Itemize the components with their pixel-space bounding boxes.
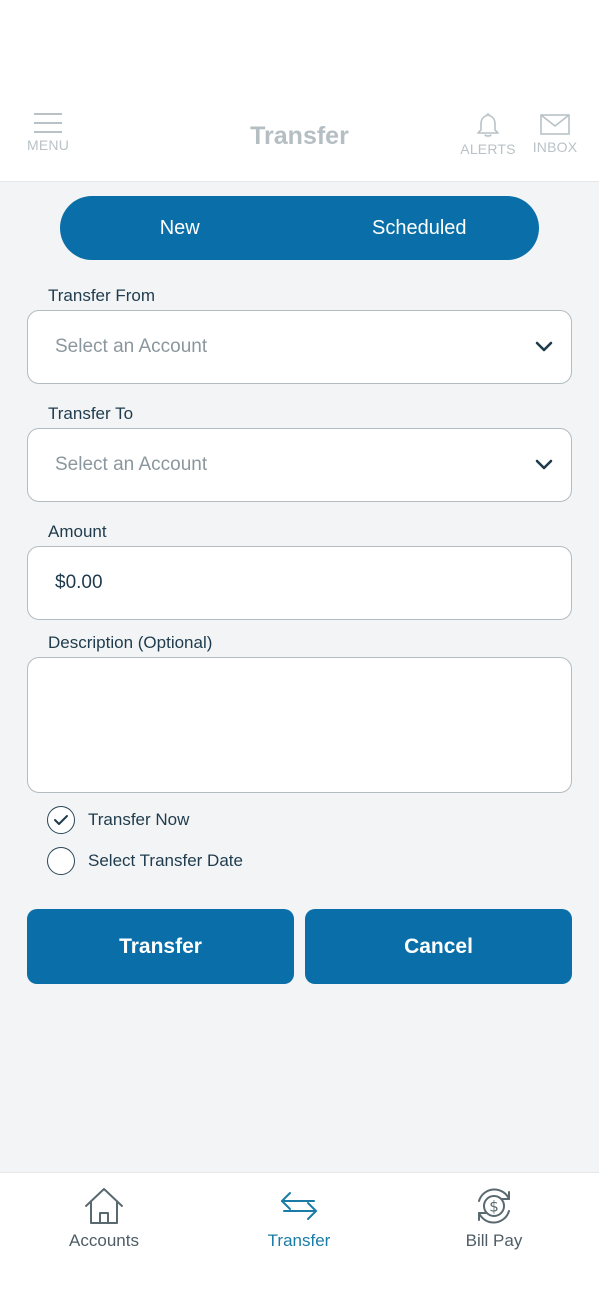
house-icon <box>85 1188 123 1224</box>
cancel-button[interactable]: Cancel <box>305 909 572 984</box>
transfer-arrows-icon <box>281 1192 317 1220</box>
bell-icon <box>477 113 499 137</box>
transfer-now-radio[interactable] <box>47 806 75 834</box>
transfer-now-label: Transfer Now <box>88 810 190 829</box>
nav-transfer-label: Transfer <box>267 1231 331 1250</box>
transfer-to-select[interactable]: Select an Account <box>27 428 572 502</box>
transfer-from-label: Transfer From <box>48 286 156 305</box>
transfer-button[interactable]: Transfer <box>27 909 294 984</box>
alerts-label: ALERTS <box>460 141 516 157</box>
inbox-button[interactable]: INBOX <box>532 112 578 155</box>
amount-input[interactable]: $0.00 <box>27 546 572 620</box>
amount-label: Amount <box>48 522 107 541</box>
tab-new[interactable]: New <box>60 196 300 260</box>
select-transfer-date-option[interactable]: Select Transfer Date <box>47 847 243 875</box>
transfer-to-placeholder: Select an Account <box>55 454 208 475</box>
chevron-down-icon <box>535 459 553 470</box>
description-label: Description (Optional) <box>48 633 213 652</box>
tab-scheduled[interactable]: Scheduled <box>300 196 540 260</box>
checkmark-icon <box>54 815 68 825</box>
svg-text:$: $ <box>489 1198 499 1216</box>
alerts-button[interactable]: ALERTS <box>460 112 516 157</box>
chevron-down-icon <box>535 341 553 352</box>
transfer-now-option[interactable]: Transfer Now <box>47 806 189 834</box>
envelope-icon <box>540 114 570 135</box>
nav-bill-pay-label: Bill Pay <box>465 1231 523 1250</box>
select-transfer-date-label: Select Transfer Date <box>88 851 243 870</box>
nav-accounts[interactable]: Accounts <box>34 1187 174 1251</box>
status-bar-area <box>0 0 599 100</box>
nav-transfer[interactable]: Transfer <box>229 1187 369 1251</box>
nav-accounts-label: Accounts <box>69 1231 139 1250</box>
description-textarea[interactable] <box>27 657 572 793</box>
transfer-to-label: Transfer To <box>48 404 134 423</box>
transfer-from-select[interactable]: Select an Account <box>27 310 572 384</box>
select-transfer-date-radio[interactable] <box>47 847 75 875</box>
dollar-cycle-icon: $ <box>478 1188 510 1224</box>
app-header: MENU Transfer ALERTS INBOX <box>0 100 599 182</box>
transfer-from-placeholder: Select an Account <box>55 336 208 357</box>
amount-value: $0.00 <box>55 572 103 593</box>
inbox-label: INBOX <box>532 139 578 155</box>
bottom-navigation: Accounts Transfer $ Bill Pay <box>0 1172 599 1300</box>
nav-bill-pay[interactable]: $ Bill Pay <box>424 1187 564 1251</box>
transfer-type-segmented-control: New Scheduled <box>60 196 539 260</box>
